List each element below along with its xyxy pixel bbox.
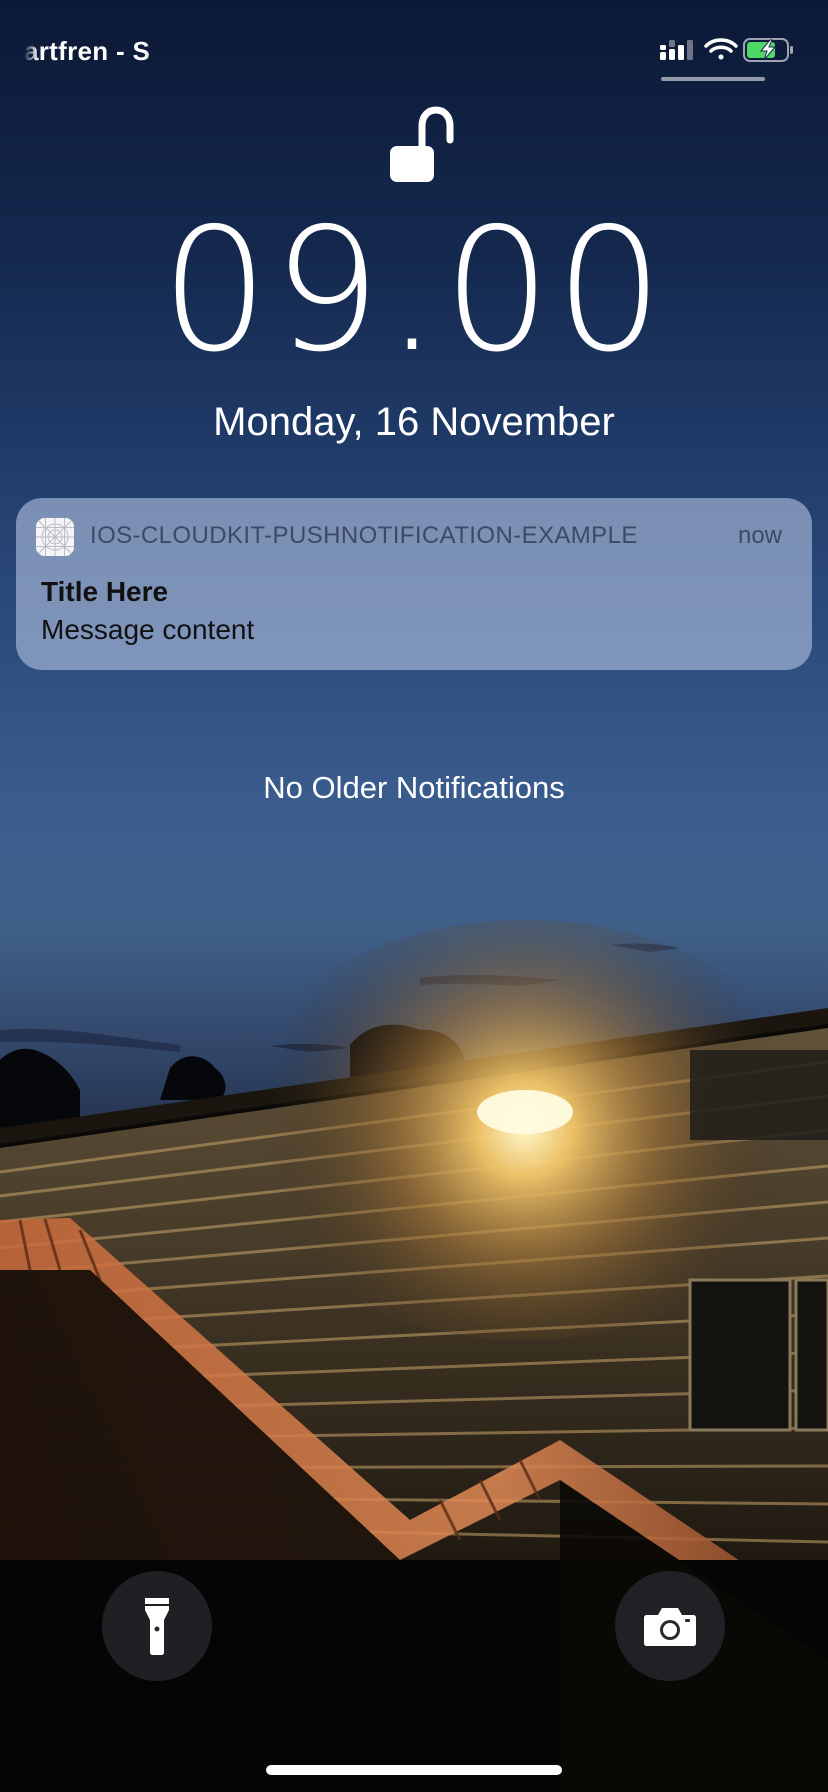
notification-app-name: IOS-CLOUDKIT-PUSHNOTIFICATION-EXAMPLE [90,522,638,549]
camera-icon [644,1608,696,1646]
battery-charging-icon [743,38,793,62]
lock-screen-date: Monday, 16 November [213,400,615,444]
cellular-signal-icon [660,40,693,60]
no-older-notifications-label: No Older Notifications [263,770,565,805]
home-indicator[interactable] [266,1765,562,1775]
status-bar: artfren - S [0,0,828,90]
camera-button[interactable] [615,1571,725,1681]
flashlight-button[interactable] [102,1571,212,1681]
flashlight-icon [145,1598,169,1655]
carrier-name: artfren - S [24,36,151,66]
app-placeholder-icon [36,518,74,556]
notification-time: now [737,522,782,549]
control-center-handle[interactable] [661,77,765,81]
status-icons [658,36,798,69]
notification-title: Title Here [41,576,169,607]
lock-screen-time: 09.00 [160,192,668,390]
lock-screen: artfren - S 09.00 Monday, 16 November IO… [0,0,828,1792]
notification-card[interactable]: IOS-CLOUDKIT-PUSHNOTIFICATION-EXAMPLE no… [16,498,812,670]
unlocked-padlock-icon [380,104,460,189]
notification-message: Message content [41,614,255,645]
wifi-icon [704,38,738,60]
